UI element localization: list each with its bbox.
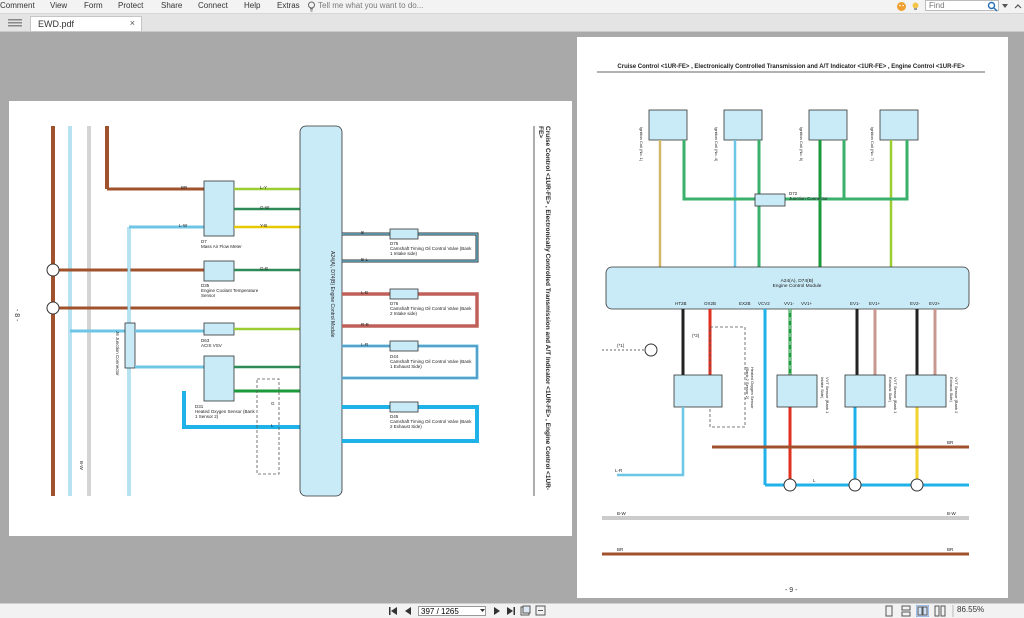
component-d31-label: D31 Heated Oxygen Sensor (Bank 1 Sensor 2… bbox=[195, 404, 255, 419]
wire-label: B-W bbox=[617, 511, 626, 516]
menu-item-share[interactable]: Share bbox=[161, 1, 182, 10]
status-bar: 86.55% bbox=[0, 603, 1024, 618]
component-d45-label: D45 Camshaft Timing Oil Control Valve (Ba… bbox=[390, 414, 472, 429]
tab-title: EWD.pdf bbox=[38, 19, 75, 29]
continuous-view-icon[interactable] bbox=[900, 605, 912, 617]
ecm-pin-label: VV1+ bbox=[801, 301, 813, 306]
menu-item-view[interactable]: View bbox=[50, 1, 67, 10]
page-dropdown-icon[interactable] bbox=[479, 607, 486, 614]
pdf-page-left: - 8 - Cruise Control <1UR-FE> , Electron… bbox=[9, 101, 572, 536]
search-options-icon[interactable] bbox=[1001, 2, 1009, 10]
wire-label: G-W bbox=[260, 205, 270, 210]
tab-bar: EWD.pdf × bbox=[0, 14, 1024, 32]
left-page-number: - 8 - bbox=[13, 309, 20, 322]
pdf-page-right: Cruise Control <1UR-FE> , Electronically… bbox=[577, 37, 1008, 598]
menu-item-protect[interactable]: Protect bbox=[118, 1, 143, 10]
wire-label: G-B bbox=[260, 266, 269, 271]
lightbulb-tip-icon[interactable] bbox=[911, 2, 920, 11]
menu-item-connect[interactable]: Connect bbox=[198, 1, 228, 10]
sensor-d38-label: VVT Sensor (Bank 1 Exhaust Side) bbox=[888, 377, 898, 414]
tab-close-icon[interactable]: × bbox=[130, 18, 135, 28]
left-ecm-label: A24(A), D74(B) Engine Control Module bbox=[329, 251, 335, 338]
ecm-pin-label: HT2B bbox=[675, 301, 687, 306]
zoom-level[interactable]: 86.55% bbox=[957, 605, 984, 614]
wire-label: L bbox=[271, 423, 274, 428]
left-page-title: Cruise Control <1UR-FE> , Electronically… bbox=[537, 126, 551, 490]
wire-label: B-W bbox=[947, 511, 956, 516]
right-page-title: Cruise Control <1UR-FE> , Electronically… bbox=[617, 64, 965, 70]
lightbulb-icon bbox=[308, 1, 315, 12]
component-d75-label: D75 Camshaft Timing Oil Control Valve (Ba… bbox=[390, 241, 472, 256]
wire-label: R-B bbox=[361, 322, 369, 327]
menu-item-help[interactable]: Help bbox=[244, 1, 260, 10]
sensor-d37-label: VVT Sensor (Bank 1 Intake Side) bbox=[820, 377, 830, 414]
coil-d22-label: Ignition Coil (No. 4) bbox=[714, 127, 719, 162]
wire-label: Y-B bbox=[260, 223, 268, 228]
ecm-pin-label: OX2B bbox=[704, 301, 717, 306]
sensor-d41-label: VVT Sensor (Bank 2 Exhaust Side) bbox=[949, 377, 959, 414]
smile-icon[interactable] bbox=[896, 1, 907, 12]
component-d7-label: D7 Mass Air Flow Meter bbox=[201, 239, 242, 249]
menu-item-comment[interactable]: Comment bbox=[0, 1, 35, 10]
wire-label: L-Y bbox=[260, 185, 268, 190]
component-d76-label: D76 Camshaft Timing Oil Control Valve (Ba… bbox=[390, 301, 472, 316]
collapse-ribbon-icon[interactable] bbox=[1013, 1, 1023, 12]
coil-d21-label: Ignition Coil (No. 6) bbox=[799, 127, 804, 162]
single-page-view-icon[interactable] bbox=[884, 605, 894, 617]
facing-view-icon[interactable] bbox=[916, 605, 929, 617]
wire-label: B-L bbox=[361, 257, 369, 262]
zoom-divider bbox=[952, 605, 954, 617]
first-page-icon[interactable] bbox=[388, 606, 398, 616]
ecm-pin-label: VCV2 bbox=[758, 301, 770, 306]
wire-label: BR bbox=[947, 440, 954, 445]
coil-d16-label: Ignition Coil (No. 1) bbox=[639, 127, 644, 162]
wire-label: L-R bbox=[361, 342, 369, 347]
last-page-icon[interactable] bbox=[506, 606, 516, 616]
component-d35-label: D35 Engine Coolant Temperature Sensor bbox=[201, 283, 259, 298]
ecm-pin-label: EV1+ bbox=[869, 301, 881, 306]
wire-label: L-B bbox=[361, 290, 369, 295]
continuous-facing-view-icon[interactable] bbox=[934, 605, 946, 617]
next-page-icon[interactable] bbox=[492, 606, 502, 616]
right-page-number: - 9 - bbox=[785, 587, 798, 594]
wire-label: (*1) bbox=[617, 343, 625, 348]
ecm-pin-label: VV1- bbox=[784, 301, 795, 306]
ecm-pin-label: EV2- bbox=[910, 301, 921, 306]
ecm-pin-label: EV2+ bbox=[929, 301, 941, 306]
menu-item-extras[interactable]: Extras bbox=[277, 1, 300, 10]
menu-bar: Comment View Form Protect Share Connect … bbox=[0, 0, 1024, 14]
snapshot-icon[interactable] bbox=[520, 605, 531, 616]
connector-d72-label: D72 Junction Connector bbox=[789, 191, 828, 201]
wire-label: BR bbox=[947, 547, 954, 552]
wire-label: B bbox=[361, 230, 365, 235]
right-ecm-label: A24(A), D74(B) Engine Control Module bbox=[772, 279, 822, 289]
tab-list-icon[interactable] bbox=[8, 19, 22, 27]
wire-label: (*2) bbox=[692, 333, 700, 338]
wire-label: L-W bbox=[179, 223, 188, 228]
coil-d18-label: Ignition Coil (No. 7) bbox=[870, 127, 875, 162]
page-number-input[interactable] bbox=[418, 606, 486, 616]
ecm-pin-label: EX2B bbox=[739, 301, 751, 306]
sensor-d33-label: Heated Oxygen Sensor (Bank 2 Sensor 2) bbox=[745, 367, 755, 409]
component-d63-label: D63 ACIS VSV bbox=[201, 338, 222, 348]
rotate-view-icon[interactable] bbox=[535, 605, 546, 616]
right-schematic bbox=[597, 71, 985, 556]
search-icon[interactable] bbox=[987, 1, 998, 12]
component-j6-label: J6 Junction Connector bbox=[115, 331, 120, 376]
wire-label: L bbox=[813, 478, 816, 483]
ecm-pin-label: EV1- bbox=[850, 301, 861, 306]
wire-label: L-R bbox=[615, 468, 623, 473]
wire-label: G bbox=[271, 401, 275, 406]
tell-me-input[interactable]: Tell me what you want to do... bbox=[318, 1, 423, 10]
menu-item-form[interactable]: Form bbox=[84, 1, 103, 10]
tab-ewd-pdf[interactable]: EWD.pdf × bbox=[30, 16, 142, 31]
component-d44-label: D44 Camshaft Timing Oil Control Valve (Ba… bbox=[390, 354, 472, 369]
wire-label: BR bbox=[617, 547, 624, 552]
left-schematic bbox=[46, 125, 535, 497]
previous-page-icon[interactable] bbox=[403, 606, 413, 616]
wire-label: B-W bbox=[79, 461, 84, 470]
wire-label: BR bbox=[181, 185, 188, 190]
